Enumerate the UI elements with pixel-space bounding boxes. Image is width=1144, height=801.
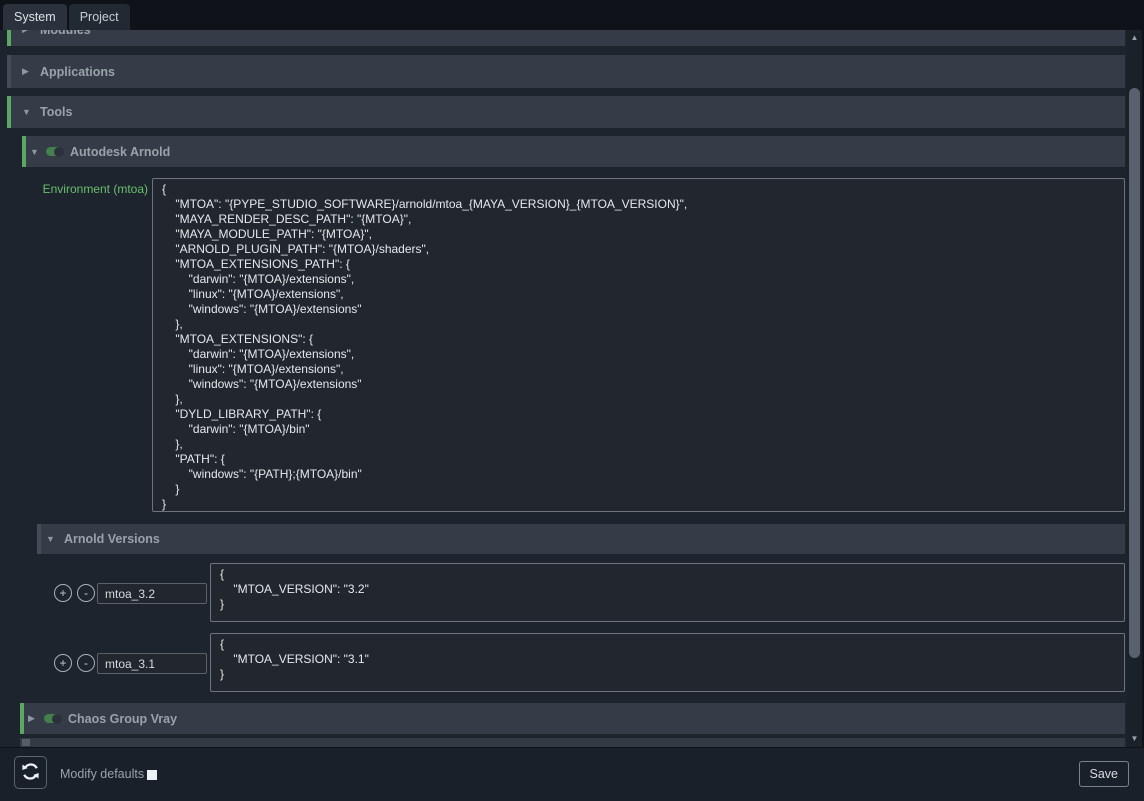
add-item-button[interactable]: + (54, 584, 72, 602)
remove-item-button[interactable]: - (77, 584, 95, 602)
modified-indicator-bar (7, 96, 11, 128)
scroll-up-icon[interactable]: ▲ (1127, 31, 1142, 45)
chevron-right-icon: ▶ (22, 30, 33, 35)
add-item-button[interactable]: + (54, 654, 72, 672)
chevron-down-icon: ▼ (22, 107, 33, 117)
section-header-autodesk-arnold[interactable]: ▼ Autodesk Arnold (22, 136, 1125, 167)
section-title: Chaos Group Vray (68, 712, 177, 726)
state-indicator-bar (37, 524, 41, 554)
chevron-right-icon: ▶ (28, 713, 39, 724)
section-header-arnold-versions[interactable]: ▼ Arnold Versions (37, 524, 1125, 554)
modify-defaults-label: Modify defaults (60, 748, 144, 801)
enabled-toggle[interactable] (44, 714, 61, 723)
enabled-toggle[interactable] (46, 147, 63, 156)
state-indicator-bar (7, 55, 11, 88)
tab-project[interactable]: Project (69, 4, 130, 30)
section-header-modules[interactable]: ▶ Modules (7, 30, 1125, 46)
version-key-input[interactable] (97, 653, 207, 674)
section-title: Tools (40, 105, 72, 119)
chevron-down-icon: ▼ (30, 147, 41, 157)
section-title: Applications (40, 65, 115, 79)
section-title: Arnold Versions (64, 532, 160, 546)
toggle-knob (54, 147, 64, 157)
modified-indicator-bar (7, 30, 11, 46)
chevron-down-icon: ▼ (46, 534, 57, 544)
horizontal-scrollbar[interactable] (20, 738, 1125, 747)
section-header-tools[interactable]: ▼ Tools (7, 96, 1125, 128)
modify-defaults-checkbox[interactable] (147, 770, 157, 780)
horizontal-scrollbar-thumb[interactable] (22, 739, 30, 746)
section-title: Modules (40, 30, 91, 37)
modified-indicator-bar (22, 136, 26, 167)
settings-window: System Project ▶ Modules ▶ Applications … (0, 0, 1144, 801)
footer-bar: Modify defaults Save (0, 747, 1144, 801)
vertical-scrollbar-thumb[interactable] (1129, 88, 1140, 658)
scroll-down-icon[interactable]: ▼ (1127, 732, 1142, 746)
vertical-scrollbar[interactable]: ▲ ▼ (1127, 30, 1142, 747)
section-header-applications[interactable]: ▶ Applications (7, 55, 1125, 88)
version-json-editor[interactable]: { "MTOA_VERSION": "3.2" } (210, 563, 1125, 622)
section-header-chaos-group-vray[interactable]: ▶ Chaos Group Vray (20, 703, 1125, 734)
save-button[interactable]: Save (1079, 761, 1130, 787)
modified-indicator-bar (20, 703, 24, 734)
refresh-icon (21, 762, 40, 784)
environment-label: Environment (mtoa) (7, 182, 148, 196)
settings-scroll-area: ▶ Modules ▶ Applications ▼ Tools ▼ Autod… (0, 30, 1127, 747)
chevron-right-icon: ▶ (22, 66, 33, 77)
section-title: Autodesk Arnold (70, 145, 170, 159)
version-key-input[interactable] (97, 583, 207, 604)
tab-system[interactable]: System (3, 4, 67, 30)
environment-json-editor[interactable]: { "MTOA": "{PYPE_STUDIO_SOFTWARE}/arnold… (152, 178, 1125, 512)
refresh-button[interactable] (14, 756, 47, 789)
tab-bar: System Project (0, 0, 1144, 30)
toggle-knob (52, 714, 62, 724)
version-json-editor[interactable]: { "MTOA_VERSION": "3.1" } (210, 633, 1125, 692)
remove-item-button[interactable]: - (77, 654, 95, 672)
